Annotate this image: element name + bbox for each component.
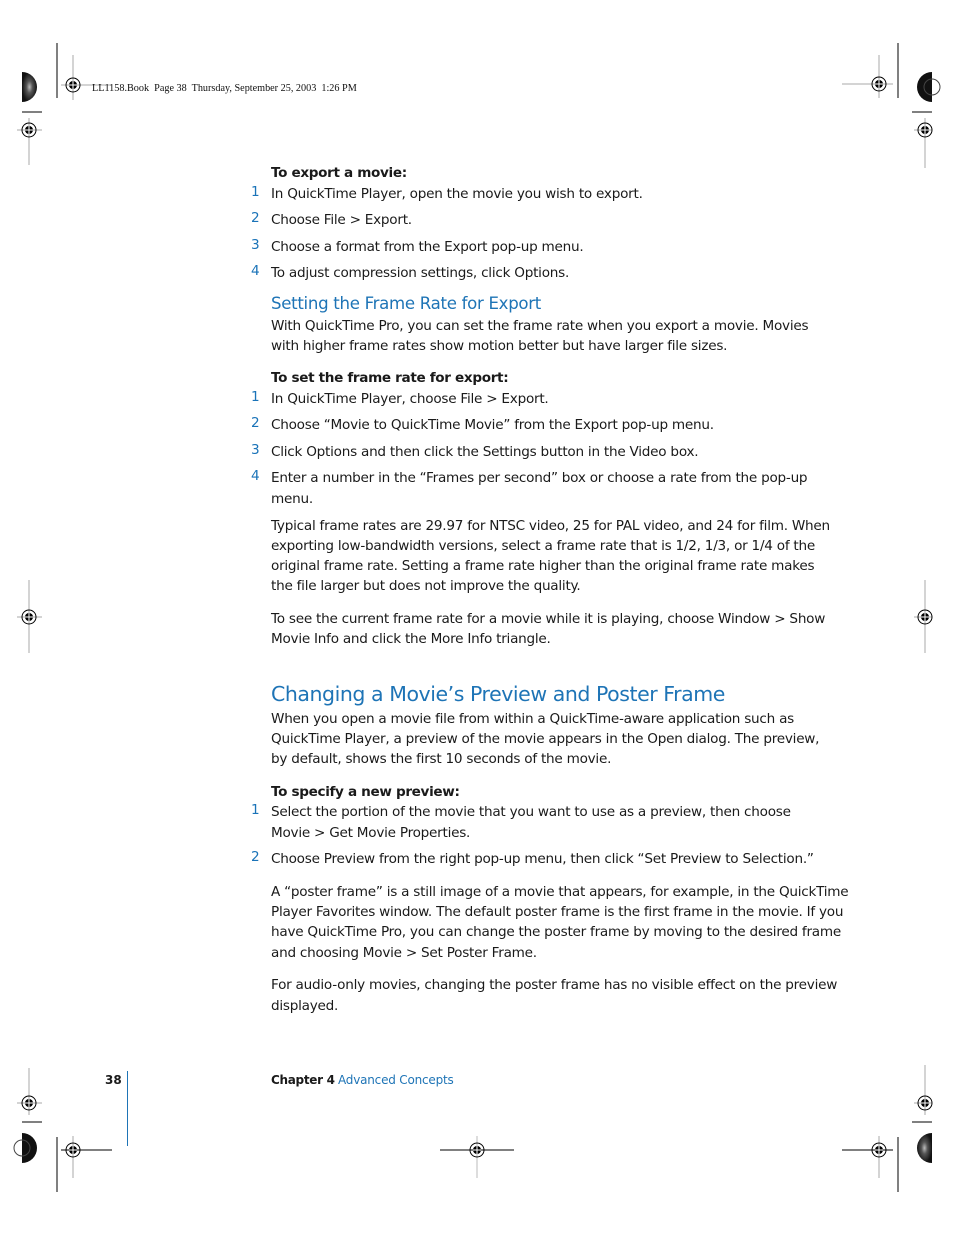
print-slug: LL1158.Book Page 38 Thursday, September … bbox=[92, 83, 357, 94]
paragraph-line: exporting low-bandwidth versions, select… bbox=[271, 538, 815, 554]
paragraph-line: For audio-only movies, changing the post… bbox=[271, 977, 838, 993]
step-number: 3 bbox=[251, 237, 260, 253]
paragraph-line: and choosing Movie > Set Poster Frame. bbox=[271, 945, 537, 961]
paragraph-line: have QuickTime Pro, you can change the p… bbox=[271, 924, 841, 940]
step-number: 1 bbox=[251, 802, 260, 818]
paragraph-line: the file larger but does not improve the… bbox=[271, 578, 581, 594]
page-number: 38 bbox=[105, 1073, 122, 1087]
paragraph-line: With QuickTime Pro, you can set the fram… bbox=[271, 318, 809, 334]
paragraph-line: QuickTime Player, a preview of the movie… bbox=[271, 731, 820, 747]
paragraph-line: To see the current frame rate for a movi… bbox=[271, 611, 826, 627]
step-number: 4 bbox=[251, 468, 260, 484]
task-heading-preview: To specify a new preview: bbox=[271, 784, 460, 800]
section-heading-preview-poster: Changing a Movie’s Preview and Poster Fr… bbox=[271, 682, 725, 706]
paragraph-line: When you open a movie file from within a… bbox=[271, 711, 794, 727]
step-text: menu. bbox=[271, 491, 313, 507]
step-text: Click Options and then click the Setting… bbox=[271, 444, 699, 460]
step-number: 2 bbox=[251, 849, 260, 865]
step-text: Choose File > Export. bbox=[271, 212, 412, 228]
registration-mark-middle-right bbox=[914, 580, 933, 653]
paragraph-line: displayed. bbox=[271, 998, 339, 1014]
step-number: 1 bbox=[251, 184, 260, 200]
chapter-title: Advanced Concepts bbox=[338, 1073, 454, 1087]
step-text: Choose “Movie to QuickTime Movie” from t… bbox=[271, 417, 714, 433]
paragraph-line: with higher frame rates show motion bett… bbox=[271, 338, 728, 354]
step-text: Enter a number in the “Frames per second… bbox=[271, 470, 808, 486]
task-heading-export-movie: To export a movie: bbox=[271, 165, 407, 181]
registration-mark-bottom-center bbox=[440, 1136, 514, 1178]
registration-mark-middle-left bbox=[17, 580, 42, 653]
step-number: 4 bbox=[251, 263, 260, 279]
starburst-mark-top-right bbox=[917, 72, 941, 102]
step-number: 1 bbox=[251, 389, 260, 405]
starburst-mark-bottom-left bbox=[13, 1133, 37, 1163]
step-text: To adjust compression settings, click Op… bbox=[271, 265, 570, 281]
step-text: Select the portion of the movie that you… bbox=[271, 804, 791, 820]
step-number: 3 bbox=[251, 442, 260, 458]
registration-mark-bottom-left bbox=[17, 1068, 112, 1192]
paragraph-line: Movie Info and click the More Info trian… bbox=[271, 631, 551, 647]
registration-mark-bottom-right bbox=[842, 1065, 933, 1192]
starburst-mark-top-left bbox=[22, 72, 37, 102]
task-heading-frame-rate: To set the frame rate for export: bbox=[271, 370, 509, 386]
paragraph-line: Typical frame rates are 29.97 for NTSC v… bbox=[271, 518, 830, 534]
paragraph-line: Player Favorites window. The default pos… bbox=[271, 904, 844, 920]
step-text: In QuickTime Player, choose File > Expor… bbox=[271, 391, 549, 407]
chapter-label: Chapter 4 bbox=[271, 1073, 335, 1087]
paragraph-line: A “poster frame” is a still image of a m… bbox=[271, 884, 849, 900]
step-text: Movie > Get Movie Properties. bbox=[271, 825, 471, 841]
step-number: 2 bbox=[251, 210, 260, 226]
paragraph-line: original frame rate. Setting a frame rat… bbox=[271, 558, 815, 574]
step-text: Choose Preview from the right pop-up men… bbox=[271, 851, 814, 867]
footer-divider bbox=[127, 1071, 128, 1146]
step-text: Choose a format from the Export pop-up m… bbox=[271, 239, 584, 255]
step-number: 2 bbox=[251, 415, 260, 431]
registration-mark-top-left bbox=[17, 43, 112, 165]
starburst-mark-bottom-right bbox=[917, 1133, 932, 1163]
step-text: In QuickTime Player, open the movie you … bbox=[271, 186, 643, 202]
section-heading-frame-rate: Setting the Frame Rate for Export bbox=[271, 294, 542, 313]
paragraph-line: by default, shows the first 10 seconds o… bbox=[271, 751, 612, 767]
registration-mark-top-right bbox=[842, 43, 933, 168]
